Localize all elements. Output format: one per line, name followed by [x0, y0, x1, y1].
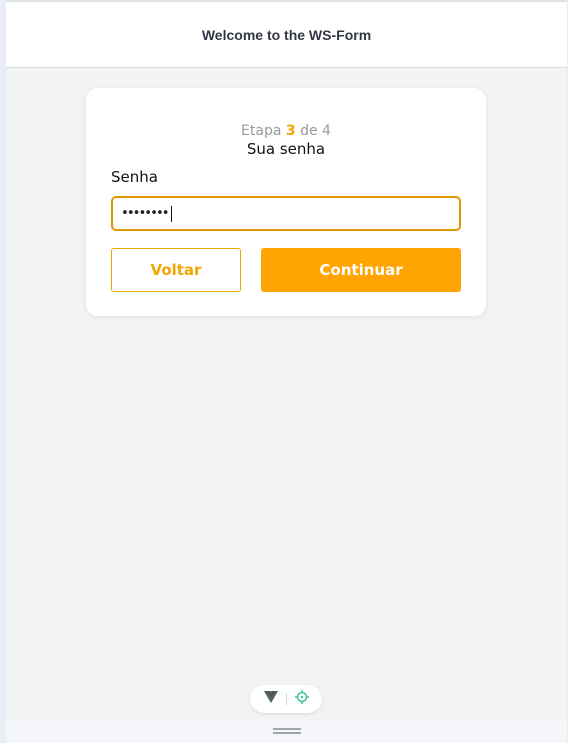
crosshair-icon[interactable] [294, 689, 309, 709]
password-value: •••••••• [121, 206, 170, 221]
app-frame: Welcome to the WS-Form Etapa 3 de 4 Sua … [6, 0, 567, 721]
page-title: Welcome to the WS-Form [201, 26, 372, 43]
bottom-bar [6, 721, 567, 743]
continue-button[interactable]: Continuar [261, 248, 461, 292]
password-label: Senha [111, 168, 158, 186]
devtools-divider [285, 693, 287, 705]
step-total: 4 [322, 123, 331, 139]
step-title: Sua senha [246, 140, 326, 158]
form-card: Etapa 3 de 4 Sua senha Senha •••••••• Vo… [86, 88, 486, 316]
top-bar: Welcome to the WS-Form [6, 2, 567, 68]
vue-logo-icon[interactable] [263, 690, 278, 708]
step-indicator: Etapa 3 de 4 [86, 123, 486, 139]
text-caret [170, 205, 172, 222]
devtools-toggle[interactable] [250, 685, 322, 713]
step-current: 3 [285, 123, 296, 139]
drag-handle-icon[interactable] [273, 728, 301, 734]
password-field[interactable]: •••••••• [111, 196, 461, 231]
back-button[interactable]: Voltar [111, 248, 241, 292]
step-prefix: Etapa [241, 123, 282, 139]
step-of: de [300, 123, 318, 139]
